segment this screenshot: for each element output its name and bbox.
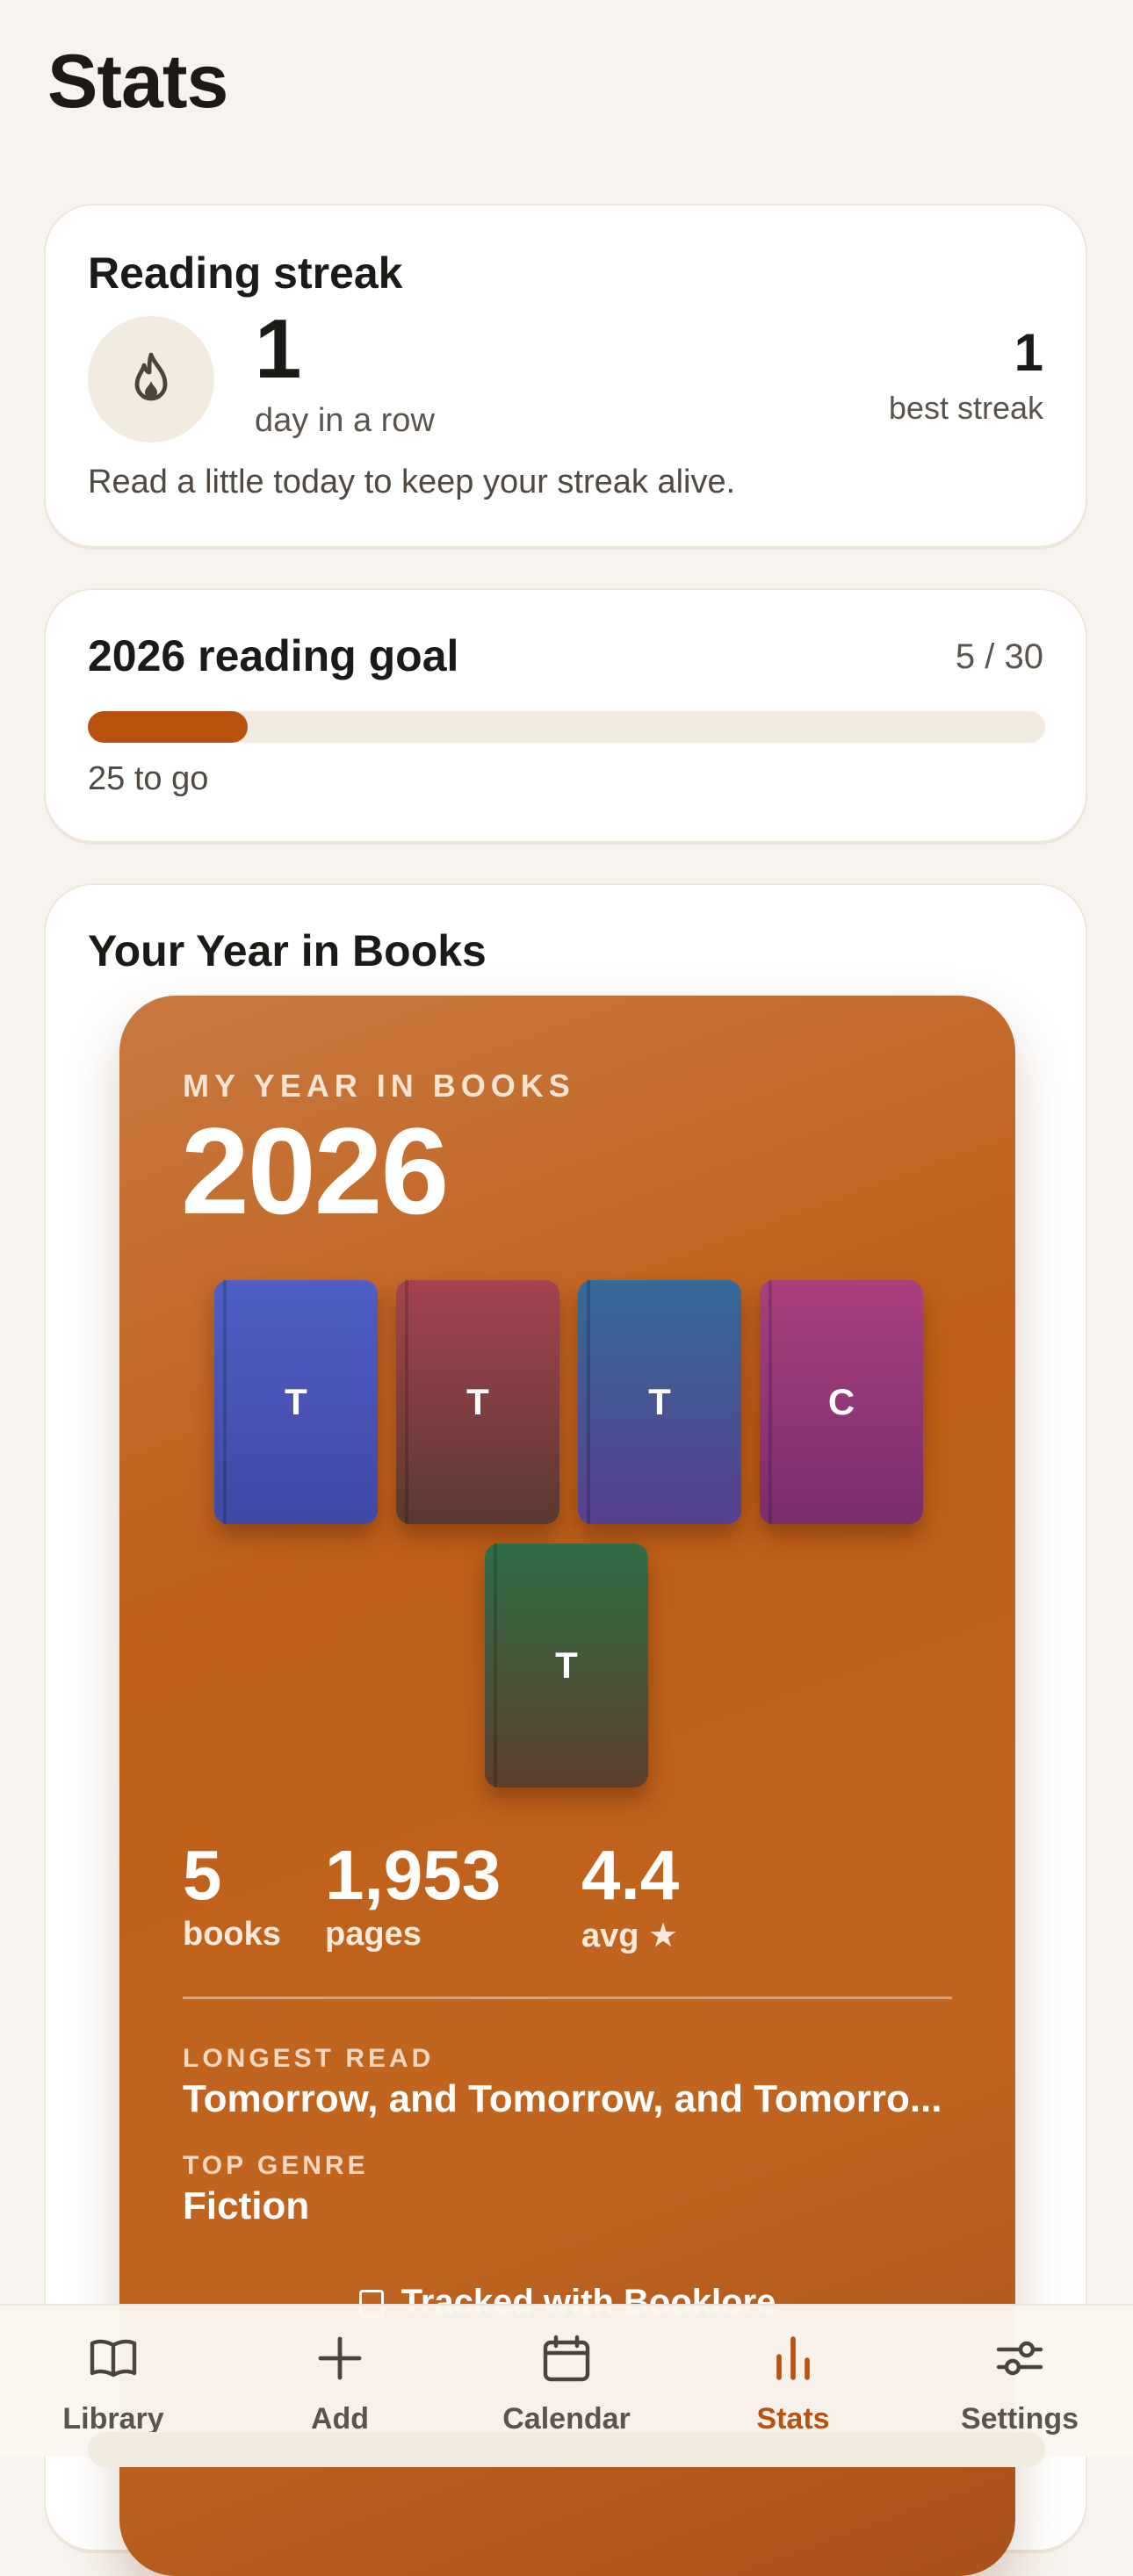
goal-remaining: 25 to go [88,760,209,797]
bar-chart-icon [767,2332,819,2385]
stat-books-label: books [183,1916,281,1953]
streak-title: Reading streak [88,248,403,298]
longest-read-label: LONGEST READ [183,2044,435,2073]
best-streak-label: best streak [888,390,1043,426]
goal-progress-bar [88,711,1045,743]
year-number: 2026 [181,1102,449,1240]
goal-progress-fill [88,711,249,743]
book-cover: T [578,1280,741,1524]
stat-books-value: 5 [183,1836,222,1914]
year-kicker: MY YEAR IN BOOKS [183,1068,575,1104]
reading-streak-card: Reading streak 1 day in a row 1 best str… [44,204,1087,548]
goal-title: 2026 reading goal [88,631,459,680]
home-indicator [88,2432,1045,2467]
book-letter: T [555,1644,578,1686]
book-cover: C [760,1280,923,1524]
book-cover: T [214,1280,378,1524]
year-in-books-section: Your Year in Books MY YEAR IN BOOKS 2026… [44,883,1087,2576]
book-icon [87,2332,140,2385]
page-title: Stats [47,40,228,124]
best-streak-count: 1 [1014,323,1043,382]
streak-message: Read a little today to keep your streak … [88,464,736,500]
stat-rating-label: avg ★ [581,1918,679,1954]
book-letter: T [466,1381,489,1422]
plus-icon [314,2332,366,2385]
book-letter: T [285,1381,307,1422]
stat-pages-value: 1,953 [325,1836,502,1914]
top-genre-label: TOP GENRE [183,2151,369,2180]
streak-count: 1 [255,302,302,396]
longest-read-value: Tomorrow, and Tomorrow, and Tomorro... [183,2077,942,2120]
calendar-icon [540,2332,593,2385]
flame-badge [88,316,214,443]
year-in-books-title: Your Year in Books [88,926,487,975]
book-letter: C [827,1381,855,1422]
streak-count-label: day in a row [255,402,435,439]
reading-goal-card[interactable]: 2026 reading goal 5 / 30 25 to go [44,588,1087,843]
stat-pages-label: pages [325,1916,422,1953]
goal-count: 5 / 30 [955,637,1043,676]
divider [183,1997,952,1999]
top-genre-value: Fiction [183,2184,310,2227]
book-cover: T [485,1543,648,1788]
stat-rating-value: 4.4 [581,1836,680,1914]
sliders-icon [993,2332,1046,2385]
flame-icon [134,352,168,401]
book-letter: T [648,1381,671,1422]
book-cover: T [396,1280,559,1524]
